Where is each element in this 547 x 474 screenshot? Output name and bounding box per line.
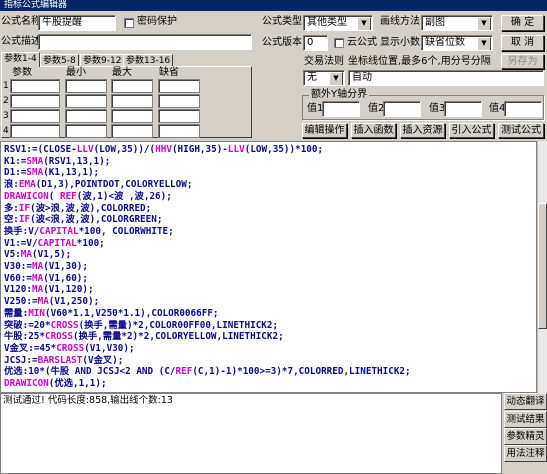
trade-rule-label: 交易法则: [304, 56, 344, 67]
code-line[interactable]: 优选:10*(牛股 AND JCSJ<2 AND (C/REF(C,1)-1)*…: [4, 366, 536, 378]
name-label: 公式名称: [1, 16, 41, 27]
version-input[interactable]: 0: [303, 35, 328, 51]
yaxis-value1-input[interactable]: [322, 101, 360, 117]
code-text[interactable]: RSV1:=(CLOSE-LLV(LOW,35))/(HHV(HIGH,35)-…: [1, 142, 536, 390]
cloud-checkbox[interactable]: [334, 38, 344, 48]
code-line[interactable]: V250:=MA(V1,250);: [4, 296, 536, 308]
code-line[interactable]: V120:MA(V1,120);: [4, 284, 536, 296]
yaxis-value3-input[interactable]: [444, 101, 482, 117]
yaxis-value1-label: 值1: [307, 103, 324, 114]
code-line[interactable]: DRAWICON( REF(波,1)<波 ,波,26);: [4, 191, 536, 203]
test-result-button[interactable]: 测试结果: [504, 411, 547, 428]
status-panel: 测试通过! 代码长度:858,输出线个数:13: [0, 393, 502, 474]
code-line[interactable]: 牛股:25*CROSS(换手,需量*2)*2,COLORYELLOW,LINET…: [4, 331, 536, 343]
code-line[interactable]: K1:=SMA(RSV1,13,1);: [4, 156, 536, 168]
yaxis-value4-input[interactable]: [504, 101, 542, 117]
desc-input[interactable]: [38, 34, 252, 50]
code-line[interactable]: V5:MA(V1,5);: [4, 249, 536, 261]
code-line[interactable]: DRAWICON(优选,1,1);: [4, 378, 536, 390]
code-line[interactable]: JCSJ:=BARSLAST(V金叉);: [4, 355, 536, 367]
code-line[interactable]: 换手:V/CAPITAL*100, COLORWHITE;: [4, 226, 536, 238]
editor-scrollbar[interactable]: [537, 141, 547, 393]
param-header-name: 参数: [12, 67, 32, 78]
code-line[interactable]: RSV1:=(CLOSE-LLV(LOW,35))/(HHV(HIGH,35)-…: [4, 144, 536, 156]
param-row-num: 2: [3, 96, 9, 106]
param-default-cell[interactable]: [158, 94, 200, 108]
param-header-max: 最大: [112, 67, 132, 78]
insert-res-button[interactable]: 插入资源: [400, 123, 445, 138]
code-line[interactable]: V60:=MA(V1,60);: [4, 273, 536, 285]
decimals-select[interactable]: 缺省位数: [421, 35, 493, 51]
param-min-cell[interactable]: [65, 124, 107, 138]
param-header-min: 最小: [66, 67, 86, 78]
param-row-num: 4: [3, 126, 9, 136]
param-min-cell[interactable]: [65, 79, 107, 93]
scrollbar-thumb[interactable]: [538, 203, 547, 329]
coord-input[interactable]: 自动: [348, 70, 544, 86]
param-name-cell[interactable]: [10, 124, 60, 138]
name-input[interactable]: 牛股提醒: [38, 15, 116, 31]
code-line[interactable]: V1:=V/CAPITAL*100;: [4, 238, 536, 250]
param-default-cell[interactable]: [158, 109, 200, 123]
code-editor[interactable]: RSV1:=(CLOSE-LLV(LOW,35))/(HHV(HIGH,35)-…: [0, 141, 537, 393]
password-checkbox[interactable]: [124, 18, 134, 28]
test-formula-button[interactable]: 测试公式: [498, 123, 544, 138]
code-line[interactable]: 空:IF(波<浪,波,波),COLORGREEN;: [4, 214, 536, 226]
cloud-label: 云公式: [347, 37, 377, 48]
code-line[interactable]: 多:IF(波>浪,波,波),COLORRED;: [4, 203, 536, 215]
code-line[interactable]: 需量:MIN(V60*1.1,V250*1.1),COLOR0066FF;: [4, 308, 536, 320]
edit-op-button[interactable]: 编辑操作: [302, 123, 347, 138]
param-max-cell[interactable]: [111, 94, 153, 108]
param-wizard-button[interactable]: 参数精灵: [504, 428, 547, 445]
param-default-cell[interactable]: [158, 79, 200, 93]
trade-rule-select[interactable]: 无: [303, 70, 345, 86]
formula-editor-window: 指标公式编辑器 公式名称 牛股提醒 密码保护 公式描述 公式类型 其他类型 画线…: [0, 0, 547, 474]
code-line[interactable]: D1:=SMA(K1,13,1);: [4, 167, 536, 179]
code-line[interactable]: 突破:=20*CROSS(换手,需量)*2,COLOR00FF00,LINETH…: [4, 320, 536, 332]
cancel-button[interactable]: 取 消: [501, 35, 544, 51]
import-formula-button[interactable]: 引入公式: [449, 123, 494, 138]
type-select[interactable]: 其他类型: [303, 15, 373, 31]
confirm-button[interactable]: 确 定: [501, 15, 544, 31]
type-label: 公式类型: [262, 16, 302, 27]
password-label: 密码保护: [137, 16, 177, 27]
draw-select[interactable]: 副图: [421, 15, 493, 31]
draw-label: 画线方法: [380, 16, 420, 27]
param-header-default: 缺省: [159, 67, 179, 78]
param-default-cell[interactable]: [158, 124, 200, 138]
param-max-cell[interactable]: [111, 79, 153, 93]
yaxis-value4-label: 值4: [489, 103, 506, 114]
translate-button[interactable]: 动态翻译: [504, 393, 547, 410]
param-max-cell[interactable]: [111, 109, 153, 123]
status-message: 测试通过! 代码长度:858,输出线个数:13: [3, 395, 173, 406]
usage-note-button[interactable]: 用法注释: [504, 445, 547, 462]
window-title: 指标公式编辑器: [0, 0, 547, 11]
yaxis-value2-label: 值2: [368, 103, 385, 114]
param-name-cell[interactable]: [10, 109, 60, 123]
param-row-num: 3: [3, 111, 9, 121]
tab-params-1-4[interactable]: 参数1-4: [1, 52, 40, 67]
yaxis-value3-label: 值3: [429, 103, 446, 114]
yaxis-group-label: 额外Y轴分界: [309, 88, 370, 102]
decimals-label: 显示小数: [380, 37, 420, 48]
coord-label: 坐标线位置,最多6个,用分号分隔: [348, 56, 491, 67]
param-max-cell[interactable]: [111, 124, 153, 138]
code-line[interactable]: V30:=MA(V1,30);: [4, 261, 536, 273]
insert-func-button[interactable]: 插入函数: [351, 123, 396, 138]
code-line[interactable]: V金叉:=45*CROSS(V1,V30);: [4, 343, 536, 355]
version-label: 公式版本: [262, 37, 302, 48]
param-name-cell[interactable]: [10, 94, 60, 108]
yaxis-value2-input[interactable]: [383, 101, 421, 117]
param-min-cell[interactable]: [65, 109, 107, 123]
param-name-cell[interactable]: [10, 79, 60, 93]
save-as-button[interactable]: 另存为: [501, 54, 544, 69]
code-line[interactable]: 浪:EMA(D1,3),POINTDOT,COLORYELLOW;: [4, 179, 536, 191]
param-min-cell[interactable]: [65, 94, 107, 108]
desc-label: 公式描述: [1, 36, 41, 47]
param-row-num: 1: [3, 81, 9, 91]
